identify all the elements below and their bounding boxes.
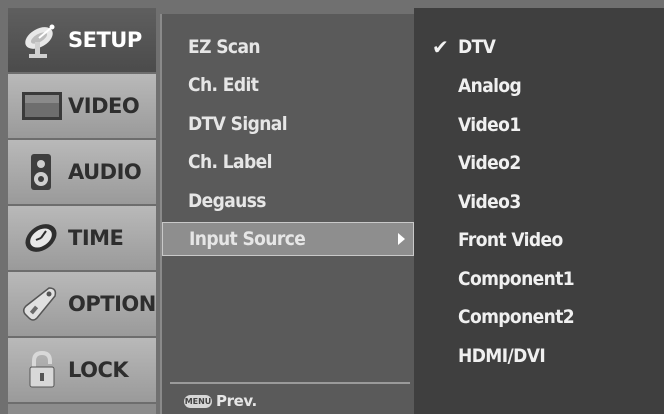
divider	[170, 382, 410, 384]
speaker-icon	[16, 152, 68, 192]
option-label: Component1	[458, 268, 575, 290]
option-video2[interactable]: Video2	[414, 146, 664, 180]
option-label: Video1	[458, 114, 521, 136]
checkmark-icon: ✔	[432, 35, 449, 59]
prev-label: Prev.	[216, 392, 257, 410]
sidebar-item-audio[interactable]: AUDIO	[8, 140, 156, 206]
option-component2[interactable]: Component2	[414, 300, 664, 334]
clock-icon	[16, 218, 68, 258]
option-video3[interactable]: Video3	[414, 185, 664, 219]
sidebar-item-label: AUDIO	[68, 160, 142, 184]
sidebar-item-time[interactable]: TIME	[8, 206, 156, 272]
option-front-video[interactable]: Front Video	[414, 223, 664, 257]
menu-item-label: Ch. Edit	[188, 74, 259, 96]
option-video1[interactable]: Video1	[414, 108, 664, 142]
sidebar-item-video[interactable]: VIDEO	[8, 74, 156, 140]
sidebar-item-label: LOCK	[68, 358, 129, 382]
option-hdmi-dvi[interactable]: HDMI/DVI	[414, 339, 664, 373]
setup-menu: EZ Scan Ch. Edit DTV Signal Ch. Label De…	[160, 14, 414, 414]
option-analog[interactable]: Analog	[414, 69, 664, 103]
menu-item-input-source[interactable]: Input Source	[162, 222, 414, 256]
padlock-icon	[16, 350, 68, 390]
option-component1[interactable]: Component1	[414, 262, 664, 296]
sidebar-item-label: VIDEO	[68, 94, 140, 118]
sidebar-item-label: SETUP	[68, 28, 142, 52]
menu-item-ch-edit[interactable]: Ch. Edit	[162, 68, 414, 102]
option-label: Analog	[458, 75, 522, 97]
sidebar-item-label: OPTION	[68, 292, 156, 316]
main-menu-sidebar: SETUP VIDEO AUDIO TIME OPTION LOCK	[8, 8, 156, 414]
option-label: Video3	[458, 191, 521, 213]
input-source-submenu: ✔ DTV Analog Video1 Video2 Video3 Front …	[414, 8, 664, 414]
menu-item-ez-scan[interactable]: EZ Scan	[162, 30, 414, 64]
menu-item-label: Ch. Label	[188, 151, 272, 173]
prev-hint[interactable]: MENU Prev.	[184, 392, 257, 410]
menu-key-icon: MENU	[184, 394, 212, 408]
tv-setup-screen: SETUP VIDEO AUDIO TIME OPTION LOCK EZ Sc…	[0, 0, 664, 414]
arrow-right-icon	[398, 233, 405, 245]
option-label: Video2	[458, 152, 521, 174]
sidebar-item-option[interactable]: OPTION	[8, 272, 156, 338]
sidebar-item-lock[interactable]: LOCK	[8, 338, 156, 404]
menu-item-degauss[interactable]: Degauss	[162, 184, 414, 218]
menu-item-label: EZ Scan	[188, 36, 261, 58]
option-label: Component2	[458, 306, 575, 328]
satellite-icon	[16, 20, 68, 60]
option-label: DTV	[458, 36, 496, 58]
option-dtv[interactable]: ✔ DTV	[414, 30, 664, 64]
tv-icon	[16, 86, 68, 126]
menu-item-label: DTV Signal	[188, 113, 288, 135]
menu-item-dtv-signal[interactable]: DTV Signal	[162, 107, 414, 141]
sidebar-item-setup[interactable]: SETUP	[8, 8, 156, 74]
sidebar-item-label: TIME	[68, 226, 124, 250]
menu-item-ch-label[interactable]: Ch. Label	[162, 145, 414, 179]
tag-icon	[16, 284, 68, 324]
option-label: HDMI/DVI	[458, 345, 546, 367]
menu-item-label: Degauss	[188, 190, 266, 212]
menu-item-label: Input Source	[189, 228, 306, 250]
option-label: Front Video	[458, 229, 563, 251]
